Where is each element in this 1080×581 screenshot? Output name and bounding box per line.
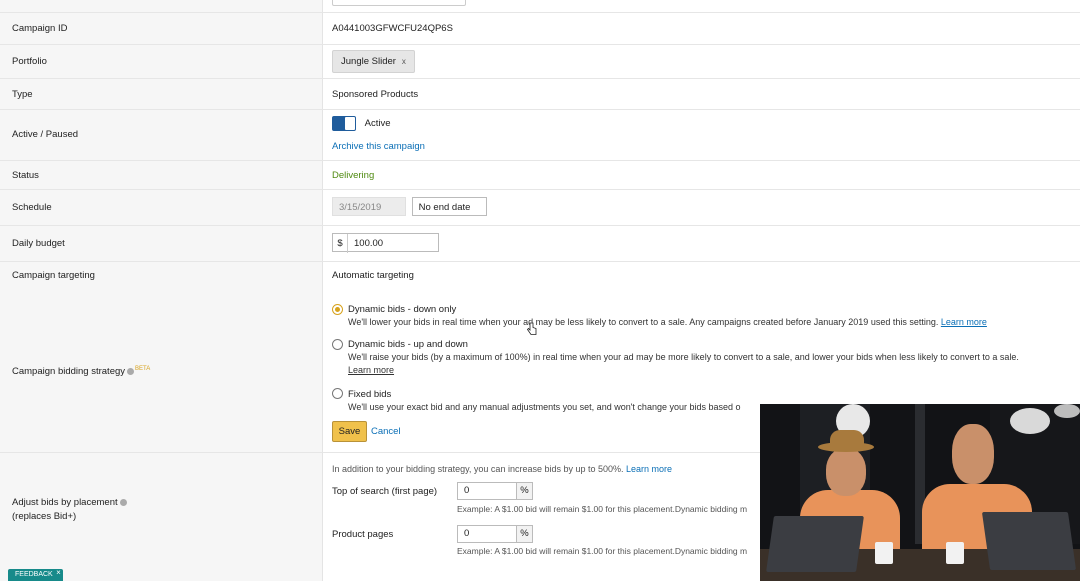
radio-dynamic-down-only[interactable]: [332, 304, 343, 315]
active-toggle-wrap: Active: [332, 116, 391, 131]
portfolio-chip-label: Jungle Slider: [341, 56, 396, 67]
learn-more-link[interactable]: Learn more: [941, 317, 987, 327]
end-date-input[interactable]: No end date: [411, 197, 487, 216]
learn-more-link[interactable]: Learn more: [626, 464, 672, 474]
status-value: Delivering: [332, 170, 375, 181]
laptop-right: [981, 512, 1077, 570]
daily-budget-input[interactable]: 100.00: [348, 238, 383, 249]
learn-more-link[interactable]: Learn more: [348, 365, 394, 375]
status-row: Status Delivering: [0, 161, 1080, 190]
status-label: Status: [12, 170, 39, 181]
daily-budget-label: Daily budget: [12, 238, 65, 249]
active-label: Active / Paused: [12, 129, 79, 140]
start-date-input[interactable]: 3/15/2019: [332, 197, 406, 216]
schedule-label: Schedule: [12, 202, 52, 213]
campaign-id-row: Campaign ID A0441003GFWCFU24QP6S: [0, 13, 1080, 45]
radio-fixed-bids[interactable]: [332, 388, 343, 399]
bidding-strategy-label: Campaign bidding strategy BETA: [12, 366, 151, 378]
campaign-id-value: A0441003GFWCFU24QP6S: [332, 23, 453, 34]
placement-example-product-pages: Example: A $1.00 bid will remain $1.00 f…: [457, 546, 748, 556]
placement-sublabel: (replaces Bid+): [12, 511, 77, 522]
schedule-row: Schedule 3/15/2019 No end date: [0, 190, 1080, 226]
placement-name-top-of-search: Top of search (first page): [332, 486, 438, 497]
feedback-tab[interactable]: FEEDBACK ×: [8, 567, 63, 581]
mug-right: [946, 542, 964, 564]
portfolio-chip[interactable]: Jungle Slider x: [332, 50, 415, 73]
placement-intro: In addition to your bidding strategy, yo…: [332, 464, 673, 474]
product-pages-input[interactable]: 0%: [457, 525, 533, 543]
campaign-id-label: Campaign ID: [12, 23, 68, 34]
hand-cursor-icon: [527, 322, 537, 335]
option-title-dynamic-down-only: Dynamic bids - down only: [348, 304, 457, 315]
placement-name-product-pages: Product pages: [332, 529, 394, 540]
option-desc-dynamic-down-only: We'll lower your bids in real time when …: [348, 317, 987, 327]
placement-label: Adjust bids by placement: [12, 497, 127, 508]
radio-dynamic-up-down[interactable]: [332, 339, 343, 350]
targeting-value: Automatic targeting: [332, 270, 414, 281]
archive-campaign-link[interactable]: Archive this campaign: [332, 141, 425, 152]
webcam-video-overlay: [760, 404, 1080, 581]
daily-budget-field[interactable]: $100.00: [332, 233, 439, 253]
targeting-label: Campaign targeting: [12, 270, 95, 281]
portfolio-row: Portfolio Jungle Slider x: [0, 45, 1080, 79]
currency-symbol: $: [333, 234, 348, 253]
placement-example-top-of-search: Example: A $1.00 bid will remain $1.00 f…: [457, 504, 748, 514]
active-toggle-label: Active: [364, 118, 391, 129]
type-row: Type Sponsored Products: [0, 79, 1080, 110]
targeting-row: Campaign targeting Automatic targeting: [0, 262, 1080, 288]
info-icon[interactable]: [127, 368, 135, 376]
cancel-link[interactable]: Cancel: [371, 426, 401, 437]
type-label: Type: [12, 89, 33, 100]
beta-badge: BETA: [135, 366, 151, 372]
close-feedback-icon[interactable]: ×: [56, 567, 61, 579]
mug-left: [875, 542, 893, 564]
active-row: Active / Paused Active Archive this camp…: [0, 110, 1080, 161]
portfolio-label: Portfolio: [12, 56, 47, 67]
save-button[interactable]: Save: [332, 421, 367, 442]
option-title-fixed-bids: Fixed bids: [348, 389, 392, 400]
info-icon[interactable]: [119, 498, 127, 506]
schedule-fields: 3/15/2019 No end date: [332, 197, 487, 216]
laptop-left: [766, 516, 864, 572]
option-title-dynamic-up-down: Dynamic bids - up and down: [348, 339, 468, 350]
remove-portfolio-icon[interactable]: x: [402, 57, 406, 66]
active-toggle[interactable]: [332, 116, 356, 131]
option-desc-dynamic-up-down: We'll raise your bids (by a maximum of 1…: [348, 352, 1019, 362]
top-row: [0, 0, 1080, 13]
option-desc-fixed-bids: We'll use your exact bid and any manual …: [348, 402, 741, 412]
type-value: Sponsored Products: [332, 89, 419, 100]
daily-budget-row: Daily budget $100.00: [0, 226, 1080, 262]
top-of-search-input[interactable]: 0%: [457, 482, 533, 500]
